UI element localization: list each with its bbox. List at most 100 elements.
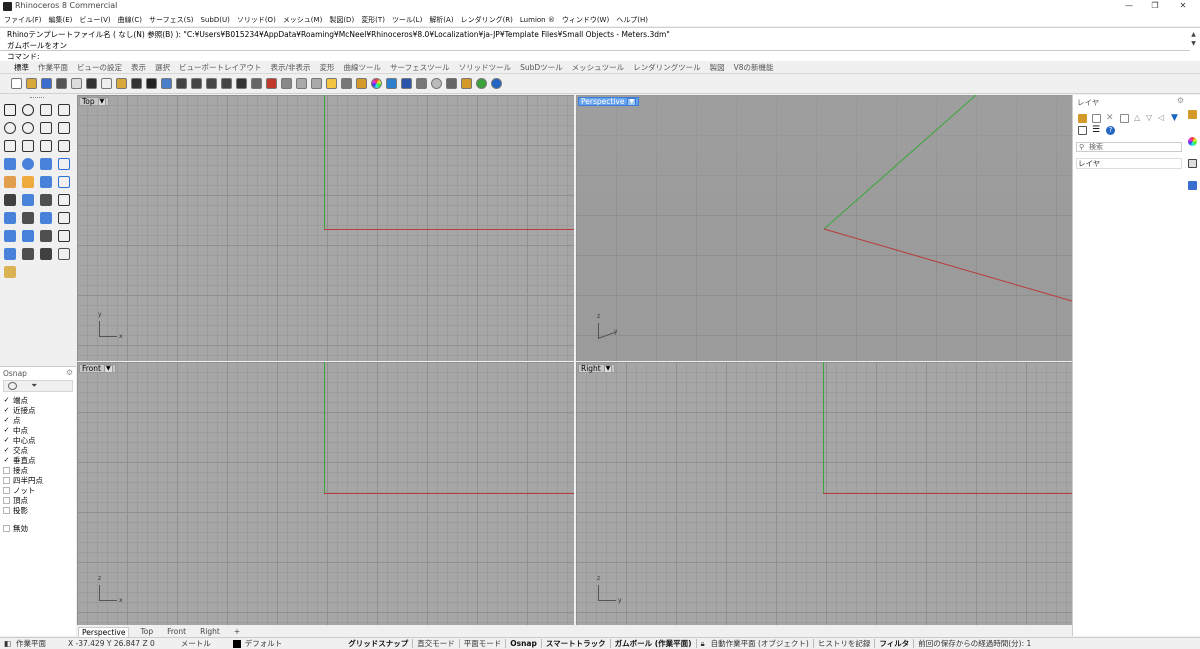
render-icon[interactable]	[400, 77, 413, 91]
layer-list-icon[interactable]: ☰	[1092, 126, 1101, 135]
new-icon[interactable]	[10, 77, 23, 91]
gumball-icon[interactable]	[445, 77, 458, 91]
chevron-down-icon[interactable]: ▼	[627, 97, 637, 106]
paint-icon[interactable]	[3, 265, 17, 279]
blend-icon[interactable]	[21, 193, 35, 207]
osnap-checkbox[interactable]: ✓	[3, 447, 10, 454]
menu-item[interactable]: ソリッド(O)	[237, 15, 276, 25]
move-left-icon[interactable]: ◁	[1158, 114, 1167, 123]
paste-icon[interactable]	[115, 77, 128, 91]
viewport-tab[interactable]: Top	[137, 627, 156, 636]
chevron-down-icon[interactable]: ▼	[603, 364, 613, 373]
rectangle-icon[interactable]	[57, 139, 71, 153]
layer-column-header[interactable]: レイヤ	[1076, 158, 1182, 169]
toolbar-tab[interactable]: 作業平面	[38, 62, 68, 73]
filter-icon[interactable]: ▼	[1171, 114, 1180, 123]
cplane-icon[interactable]: ◧	[0, 639, 12, 648]
new-sublayer-icon[interactable]	[1092, 114, 1101, 123]
mesh-icon[interactable]	[3, 193, 17, 207]
osnap-checkbox[interactable]: ✓	[3, 407, 10, 414]
toolbar-tab[interactable]: V8の新機能	[734, 62, 774, 73]
osnap-checkbox[interactable]: ✓	[3, 417, 10, 424]
layers-gear-icon[interactable]: ⚙	[1177, 96, 1184, 105]
toolbar-tab[interactable]: サーフェスツール	[390, 62, 450, 73]
osnap-gear-icon[interactable]: ⚙	[66, 368, 73, 377]
move-down-icon[interactable]: ▽	[1146, 114, 1155, 123]
dimension-icon[interactable]	[21, 229, 35, 243]
toolbar-tab[interactable]: ビューポートレイアウト	[179, 62, 262, 73]
four-viewports-icon[interactable]	[250, 77, 263, 91]
viewport-label-right[interactable]: Right ▼	[578, 364, 616, 373]
zoom-selected-icon[interactable]	[220, 77, 233, 91]
boolean-icon[interactable]	[39, 175, 53, 189]
check-icon[interactable]	[39, 247, 53, 261]
move-up-icon[interactable]: △	[1134, 114, 1143, 123]
help-icon[interactable]: ?	[1106, 126, 1115, 135]
osnap-disable[interactable]: 無効	[3, 523, 28, 534]
viewport-tab[interactable]: Perspective	[78, 626, 130, 637]
toolbar-tab[interactable]: SubDツール	[520, 62, 563, 73]
layers-tab-icon[interactable]	[1188, 110, 1197, 119]
osnap-mode-icon[interactable]	[8, 382, 17, 390]
grid-icon[interactable]	[280, 77, 293, 91]
cage-icon[interactable]	[3, 229, 17, 243]
extrude-icon[interactable]	[57, 157, 71, 171]
zoom-window-icon[interactable]	[190, 77, 203, 91]
extend-icon[interactable]	[21, 139, 35, 153]
undo-icon[interactable]	[130, 77, 143, 91]
viewport-front[interactable]: Front ▼ xz	[77, 362, 574, 625]
array-icon[interactable]	[57, 193, 71, 207]
toolbar-tab[interactable]: 曲線ツール	[344, 62, 382, 73]
help-tab-icon[interactable]	[1188, 181, 1197, 190]
chevron-down-icon[interactable]: ▼	[103, 364, 113, 373]
help-icon[interactable]	[490, 77, 503, 91]
lamp-icon[interactable]	[3, 175, 17, 189]
toolbar-tab[interactable]: 標準	[14, 62, 29, 73]
chevron-down-icon[interactable]: ▼	[97, 97, 107, 106]
osnap-disable-checkbox[interactable]	[3, 525, 10, 532]
array-icon[interactable]	[39, 229, 53, 243]
menu-item[interactable]: ファイル(F)	[4, 15, 42, 25]
gear-icon[interactable]	[415, 77, 428, 91]
sphere-icon[interactable]	[21, 157, 35, 171]
open-icon[interactable]	[25, 77, 38, 91]
status-units[interactable]: メートル	[177, 638, 215, 649]
rotate-icon[interactable]	[235, 77, 248, 91]
copy-icon[interactable]	[100, 77, 113, 91]
save-icon[interactable]	[40, 77, 53, 91]
osnap-checkbox[interactable]: ✓	[3, 427, 10, 434]
viewport-right[interactable]: Right ▼ yz	[576, 362, 1072, 625]
menu-item[interactable]: ビュー(V)	[79, 15, 110, 25]
print-icon[interactable]	[55, 77, 68, 91]
options-icon[interactable]	[460, 77, 473, 91]
viewport-perspective[interactable]: Perspective ▼ yz	[576, 95, 1072, 361]
menu-item[interactable]: サーフェス(S)	[149, 15, 194, 25]
toolbar-tab[interactable]: 表示/非表示	[271, 62, 311, 73]
delete-layer-icon[interactable]: ✕	[1106, 114, 1115, 123]
import-icon[interactable]	[70, 77, 83, 91]
toolbar-tab[interactable]: レンダリングツール	[633, 62, 701, 73]
viewport-label-perspective[interactable]: Perspective ▼	[578, 97, 640, 106]
menu-item[interactable]: Lumion ®	[520, 16, 555, 24]
menu-item[interactable]: レンダリング(R)	[461, 15, 513, 25]
pan-icon[interactable]	[145, 77, 158, 91]
circle-icon[interactable]	[3, 121, 17, 135]
color-wheel-icon[interactable]	[370, 77, 383, 91]
menu-item[interactable]: SubD(U)	[201, 16, 230, 24]
status-osnap[interactable]: Osnap	[506, 639, 541, 648]
viewport-tab[interactable]: Front	[164, 627, 189, 636]
duplicate-layer-icon[interactable]	[1120, 114, 1129, 123]
command-scrollbar[interactable]: ▲ ▼	[1189, 30, 1198, 58]
zoom-extents-icon[interactable]	[205, 77, 218, 91]
layer-search-input[interactable]: ⚲ 検索	[1076, 142, 1182, 152]
toolbar-tab[interactable]: メッシュツール	[572, 62, 625, 73]
menu-item[interactable]: 製図(D)	[329, 15, 354, 25]
toolbar-tab[interactable]: 表示	[131, 62, 146, 73]
properties-tab-icon[interactable]	[1188, 137, 1197, 146]
box-icon[interactable]	[3, 157, 17, 171]
toolbar-tab[interactable]: 選択	[155, 62, 170, 73]
osnap-checkbox[interactable]: ✓	[3, 437, 10, 444]
lock-icon[interactable]	[340, 77, 353, 91]
status-ortho[interactable]: 直交モード	[413, 638, 459, 649]
viewport-label-front[interactable]: Front ▼	[79, 364, 116, 373]
